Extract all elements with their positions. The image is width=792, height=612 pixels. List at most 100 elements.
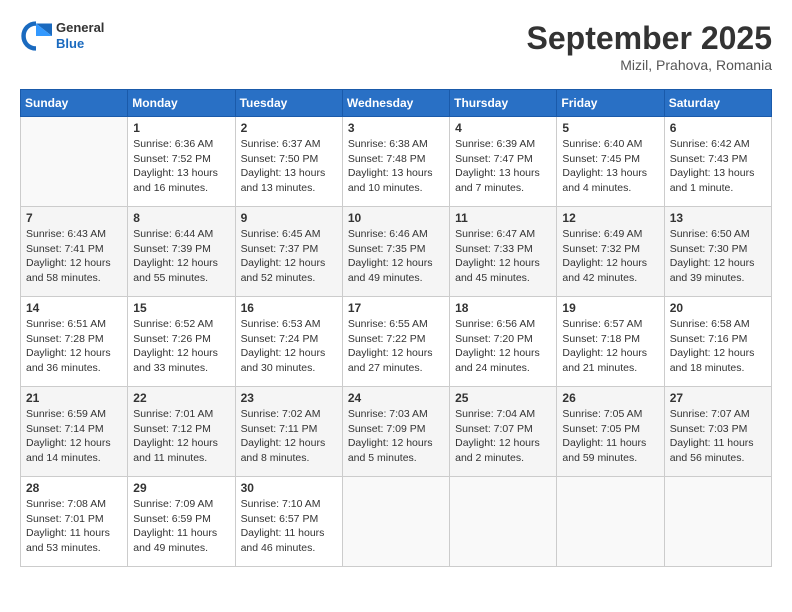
calendar-week-row: 1 Sunrise: 6:36 AMSunset: 7:52 PMDaylight…: [21, 117, 772, 207]
day-info: Sunrise: 6:46 AMSunset: 7:35 PMDaylight:…: [348, 227, 444, 286]
day-info: Sunrise: 7:10 AMSunset: 6:57 PMDaylight:…: [241, 497, 337, 556]
calendar-cell: 19Sunrise: 6:57 AMSunset: 7:18 PMDayligh…: [557, 297, 664, 387]
calendar-cell: 21Sunrise: 6:59 AMSunset: 7:14 PMDayligh…: [21, 387, 128, 477]
day-number: 2: [241, 121, 337, 135]
day-info: Sunrise: 6:59 AMSunset: 7:14 PMDaylight:…: [26, 407, 122, 466]
calendar-week-row: 28 Sunrise: 7:08 AMSunset: 7:01 PMDayligh…: [21, 477, 772, 567]
day-number: 24: [348, 391, 444, 405]
day-info: Sunrise: 7:05 AMSunset: 7:05 PMDaylight:…: [562, 407, 658, 466]
calendar-cell: 11Sunrise: 6:47 AMSunset: 7:33 PMDayligh…: [450, 207, 557, 297]
calendar-cell: 8Sunrise: 6:44 AMSunset: 7:39 PMDaylight…: [128, 207, 235, 297]
calendar-cell: 1 Sunrise: 6:36 AMSunset: 7:52 PMDaylight…: [128, 117, 235, 207]
calendar-cell: 23 Sunrise: 7:02 AMSunset: 7:11 PMDayligh…: [235, 387, 342, 477]
calendar-cell: 20 Sunrise: 6:58 AMSunset: 7:16 PMDayligh…: [664, 297, 771, 387]
calendar-cell: 4 Sunrise: 6:39 AMSunset: 7:47 PMDaylight…: [450, 117, 557, 207]
title-area: September 2025 Mizil, Prahova, Romania: [527, 20, 772, 73]
calendar-cell: 15Sunrise: 6:52 AMSunset: 7:26 PMDayligh…: [128, 297, 235, 387]
day-info: Sunrise: 6:53 AMSunset: 7:24 PMDaylight:…: [241, 317, 337, 376]
day-number: 27: [670, 391, 766, 405]
day-number: 23: [241, 391, 337, 405]
logo: General Blue: [20, 20, 104, 52]
day-number: 3: [348, 121, 444, 135]
day-info: Sunrise: 6:40 AMSunset: 7:45 PMDaylight:…: [562, 137, 658, 196]
calendar-cell: 10 Sunrise: 6:46 AMSunset: 7:35 PMDayligh…: [342, 207, 449, 297]
day-number: 5: [562, 121, 658, 135]
day-info: Sunrise: 6:43 AMSunset: 7:41 PMDaylight:…: [26, 227, 122, 286]
calendar-week-row: 21Sunrise: 6:59 AMSunset: 7:14 PMDayligh…: [21, 387, 772, 477]
day-of-week-sunday: Sunday: [21, 90, 128, 117]
day-of-week-tuesday: Tuesday: [235, 90, 342, 117]
day-of-week-wednesday: Wednesday: [342, 90, 449, 117]
calendar-table: SundayMondayTuesdayWednesdayThursdayFrid…: [20, 89, 772, 567]
day-info: Sunrise: 7:01 AMSunset: 7:12 PMDaylight:…: [133, 407, 229, 466]
day-info: Sunrise: 7:03 AMSunset: 7:09 PMDaylight:…: [348, 407, 444, 466]
day-number: 16: [241, 301, 337, 315]
calendar-cell: 26 Sunrise: 7:05 AMSunset: 7:05 PMDayligh…: [557, 387, 664, 477]
calendar-cell: 30 Sunrise: 7:10 AMSunset: 6:57 PMDayligh…: [235, 477, 342, 567]
day-number: 25: [455, 391, 551, 405]
calendar-cell: 12 Sunrise: 6:49 AMSunset: 7:32 PMDayligh…: [557, 207, 664, 297]
day-number: 28: [26, 481, 122, 495]
day-number: 11: [455, 211, 551, 225]
calendar-cell: 14Sunrise: 6:51 AMSunset: 7:28 PMDayligh…: [21, 297, 128, 387]
day-info: Sunrise: 6:36 AMSunset: 7:52 PMDaylight:…: [133, 137, 229, 196]
day-number: 20: [670, 301, 766, 315]
day-number: 6: [670, 121, 766, 135]
day-info: Sunrise: 7:08 AMSunset: 7:01 PMDaylight:…: [26, 497, 122, 556]
calendar-cell: [21, 117, 128, 207]
calendar-cell: 3 Sunrise: 6:38 AMSunset: 7:48 PMDaylight…: [342, 117, 449, 207]
calendar-header-row: SundayMondayTuesdayWednesdayThursdayFrid…: [21, 90, 772, 117]
day-info: Sunrise: 7:02 AMSunset: 7:11 PMDaylight:…: [241, 407, 337, 466]
day-info: Sunrise: 6:39 AMSunset: 7:47 PMDaylight:…: [455, 137, 551, 196]
day-of-week-saturday: Saturday: [664, 90, 771, 117]
logo-blue: Blue: [56, 36, 104, 52]
day-number: 1: [133, 121, 229, 135]
calendar-cell: [557, 477, 664, 567]
day-info: Sunrise: 6:56 AMSunset: 7:20 PMDaylight:…: [455, 317, 551, 376]
location-subtitle: Mizil, Prahova, Romania: [527, 57, 772, 73]
calendar-cell: 5 Sunrise: 6:40 AMSunset: 7:45 PMDaylight…: [557, 117, 664, 207]
day-number: 12: [562, 211, 658, 225]
calendar-cell: 22 Sunrise: 7:01 AMSunset: 7:12 PMDayligh…: [128, 387, 235, 477]
day-number: 10: [348, 211, 444, 225]
day-number: 26: [562, 391, 658, 405]
calendar-cell: [342, 477, 449, 567]
logo-general: General: [56, 20, 104, 36]
calendar-cell: 9Sunrise: 6:45 AMSunset: 7:37 PMDaylight…: [235, 207, 342, 297]
calendar-cell: 25Sunrise: 7:04 AMSunset: 7:07 PMDayligh…: [450, 387, 557, 477]
day-info: Sunrise: 7:09 AMSunset: 6:59 PMDaylight:…: [133, 497, 229, 556]
day-info: Sunrise: 7:07 AMSunset: 7:03 PMDaylight:…: [670, 407, 766, 466]
day-number: 15: [133, 301, 229, 315]
day-number: 30: [241, 481, 337, 495]
day-info: Sunrise: 6:42 AMSunset: 7:43 PMDaylight:…: [670, 137, 766, 196]
day-number: 22: [133, 391, 229, 405]
day-info: Sunrise: 6:50 AMSunset: 7:30 PMDaylight:…: [670, 227, 766, 286]
calendar-cell: 17 Sunrise: 6:55 AMSunset: 7:22 PMDayligh…: [342, 297, 449, 387]
calendar-cell: 18 Sunrise: 6:56 AMSunset: 7:20 PMDayligh…: [450, 297, 557, 387]
day-number: 7: [26, 211, 122, 225]
day-info: Sunrise: 6:55 AMSunset: 7:22 PMDaylight:…: [348, 317, 444, 376]
day-number: 8: [133, 211, 229, 225]
logo-text: General Blue: [56, 20, 104, 51]
calendar-cell: 13Sunrise: 6:50 AMSunset: 7:30 PMDayligh…: [664, 207, 771, 297]
day-info: Sunrise: 6:58 AMSunset: 7:16 PMDaylight:…: [670, 317, 766, 376]
day-info: Sunrise: 6:57 AMSunset: 7:18 PMDaylight:…: [562, 317, 658, 376]
day-number: 29: [133, 481, 229, 495]
calendar-week-row: 14Sunrise: 6:51 AMSunset: 7:28 PMDayligh…: [21, 297, 772, 387]
calendar-cell: 2 Sunrise: 6:37 AMSunset: 7:50 PMDaylight…: [235, 117, 342, 207]
day-info: Sunrise: 6:38 AMSunset: 7:48 PMDaylight:…: [348, 137, 444, 196]
day-number: 4: [455, 121, 551, 135]
day-info: Sunrise: 6:49 AMSunset: 7:32 PMDaylight:…: [562, 227, 658, 286]
day-of-week-friday: Friday: [557, 90, 664, 117]
day-number: 14: [26, 301, 122, 315]
calendar-cell: 29 Sunrise: 7:09 AMSunset: 6:59 PMDayligh…: [128, 477, 235, 567]
day-number: 17: [348, 301, 444, 315]
calendar-cell: [664, 477, 771, 567]
calendar-cell: 27 Sunrise: 7:07 AMSunset: 7:03 PMDayligh…: [664, 387, 771, 477]
calendar-cell: [450, 477, 557, 567]
day-info: Sunrise: 6:37 AMSunset: 7:50 PMDaylight:…: [241, 137, 337, 196]
page-header: General Blue September 2025 Mizil, Praho…: [20, 20, 772, 73]
calendar-cell: 28 Sunrise: 7:08 AMSunset: 7:01 PMDayligh…: [21, 477, 128, 567]
month-title: September 2025: [527, 20, 772, 57]
day-number: 18: [455, 301, 551, 315]
